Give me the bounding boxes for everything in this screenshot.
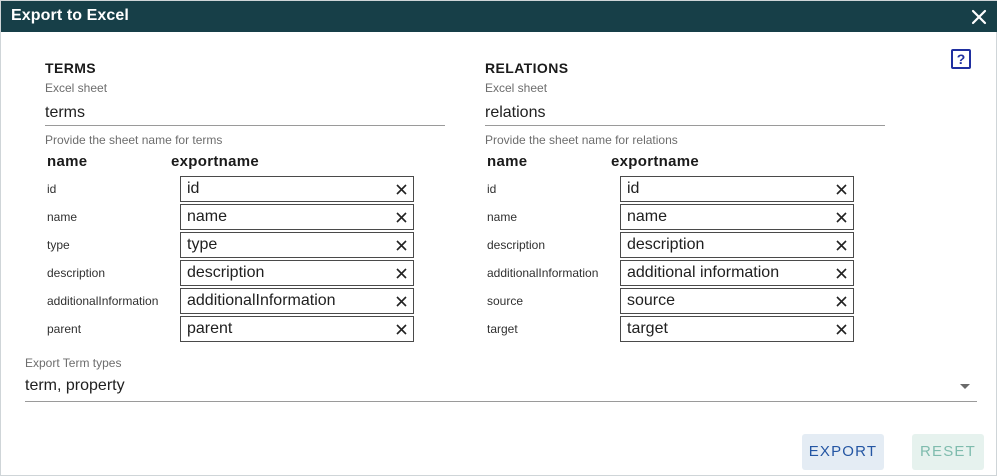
clear-icon[interactable] xyxy=(835,211,848,224)
terms-row: id xyxy=(45,176,445,202)
relations-exportname-input[interactable] xyxy=(627,291,827,311)
terms-exportname-input[interactable] xyxy=(187,319,387,339)
relations-row-name: name xyxy=(487,210,518,224)
relations-row: source xyxy=(485,288,885,314)
relations-sheet-helper: Provide the sheet name for relations xyxy=(485,133,678,147)
terms-row: type xyxy=(45,232,445,258)
terms-exportname-input[interactable] xyxy=(187,263,387,283)
relations-exportname-input[interactable] xyxy=(627,179,827,199)
terms-sheet-label: Excel sheet xyxy=(45,81,108,95)
relations-row: description xyxy=(485,232,885,258)
relations-row-field xyxy=(620,260,854,286)
terms-row-name: parent xyxy=(47,322,82,336)
relations-exportname-input[interactable] xyxy=(627,235,827,255)
clear-icon[interactable] xyxy=(395,239,408,252)
clear-icon[interactable] xyxy=(835,323,848,336)
terms-row-field xyxy=(180,232,414,258)
relations-heading: RELATIONS xyxy=(485,60,569,76)
clear-icon[interactable] xyxy=(395,295,408,308)
relations-col-name: name xyxy=(487,153,528,170)
terms-col-exportname: exportname xyxy=(171,153,260,170)
relations-row-field xyxy=(620,204,854,230)
relations-row-field xyxy=(620,316,854,342)
relations-row: target xyxy=(485,316,885,342)
terms-sheet-helper: Provide the sheet name for terms xyxy=(45,133,223,147)
relations-row-name: description xyxy=(487,238,546,252)
terms-row-name: type xyxy=(47,238,70,252)
relations-exportname-input[interactable] xyxy=(627,263,827,283)
terms-row-field xyxy=(180,316,414,342)
clear-icon[interactable] xyxy=(835,295,848,308)
terms-row-field xyxy=(180,176,414,202)
close-icon[interactable] xyxy=(969,7,989,27)
clear-icon[interactable] xyxy=(395,211,408,224)
relations-sheet-input[interactable] xyxy=(485,97,885,126)
terms-heading: TERMS xyxy=(45,60,96,76)
relations-row-field xyxy=(620,288,854,314)
terms-row-field xyxy=(180,260,414,286)
term-types-select[interactable]: term, property xyxy=(25,373,977,402)
relations-row: name xyxy=(485,204,885,230)
clear-icon[interactable] xyxy=(835,267,848,280)
clear-icon[interactable] xyxy=(835,239,848,252)
terms-row-name: name xyxy=(47,210,78,224)
clear-icon[interactable] xyxy=(395,323,408,336)
term-types-value: term, property xyxy=(25,377,125,394)
relations-sheet-label: Excel sheet xyxy=(485,81,548,95)
relations-exportname-input[interactable] xyxy=(627,207,827,227)
reset-button[interactable]: RESET xyxy=(912,434,984,470)
terms-row-field xyxy=(180,288,414,314)
terms-row: additionalInformation xyxy=(45,288,445,314)
terms-row: description xyxy=(45,260,445,286)
relations-row: additionalInformation xyxy=(485,260,885,286)
terms-exportname-input[interactable] xyxy=(187,235,387,255)
terms-row-name: additionalInformation xyxy=(47,294,159,308)
dialog-titlebar: Export to Excel xyxy=(1,1,997,32)
chevron-down-icon xyxy=(960,384,970,389)
terms-row-name: description xyxy=(47,266,106,280)
terms-col-name: name xyxy=(47,153,88,170)
terms-row: name xyxy=(45,204,445,230)
relations-row-field xyxy=(620,232,854,258)
term-types-label: Export Term types xyxy=(25,356,122,370)
dialog-title: Export to Excel xyxy=(11,7,129,24)
terms-exportname-input[interactable] xyxy=(187,179,387,199)
terms-exportname-input[interactable] xyxy=(187,291,387,311)
help-icon[interactable]: ? xyxy=(951,49,971,69)
relations-row-field xyxy=(620,176,854,202)
export-button[interactable]: EXPORT xyxy=(802,434,884,470)
clear-icon[interactable] xyxy=(395,267,408,280)
clear-icon[interactable] xyxy=(835,183,848,196)
clear-icon[interactable] xyxy=(395,183,408,196)
terms-row-field xyxy=(180,204,414,230)
relations-row: id xyxy=(485,176,885,202)
terms-row: parent xyxy=(45,316,445,342)
terms-sheet-input[interactable] xyxy=(45,97,445,126)
relations-col-exportname: exportname xyxy=(611,153,700,170)
relations-row-name: target xyxy=(487,322,518,336)
relations-row-name: source xyxy=(487,294,524,308)
relations-row-name: id xyxy=(487,182,497,196)
export-dialog: Export to Excel ? TERMS Excel sheet Prov… xyxy=(0,0,997,476)
relations-row-name: additionalInformation xyxy=(487,266,599,280)
terms-exportname-input[interactable] xyxy=(187,207,387,227)
terms-row-name: id xyxy=(47,182,57,196)
relations-exportname-input[interactable] xyxy=(627,319,827,339)
